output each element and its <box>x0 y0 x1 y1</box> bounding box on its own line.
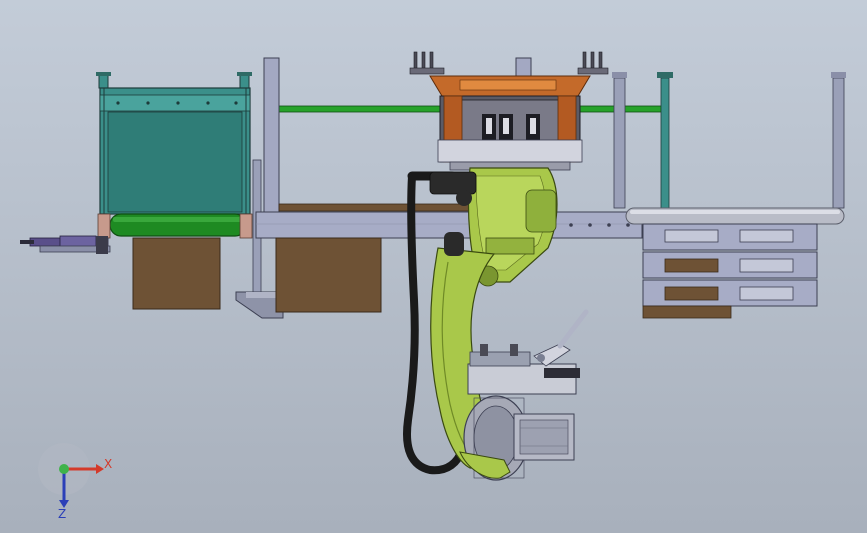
right-roller <box>625 207 845 225</box>
x-axis-label: X <box>104 457 112 471</box>
right-crate-stack <box>642 223 818 319</box>
pallet-left <box>132 237 221 310</box>
gripper-head <box>409 51 609 171</box>
x-axis-arrowhead <box>96 464 104 474</box>
left-conveyor <box>96 72 253 239</box>
left-pusher-cylinder <box>20 235 111 254</box>
y-axis-dot <box>59 464 69 474</box>
cad-viewport[interactable]: X Z <box>0 0 867 533</box>
cad-assembly-scene: X Z <box>20 51 846 521</box>
right-posts <box>612 72 846 211</box>
pallet-center <box>275 237 382 313</box>
z-axis-label: Z <box>58 507 66 521</box>
axis-triad: X Z <box>38 443 112 521</box>
